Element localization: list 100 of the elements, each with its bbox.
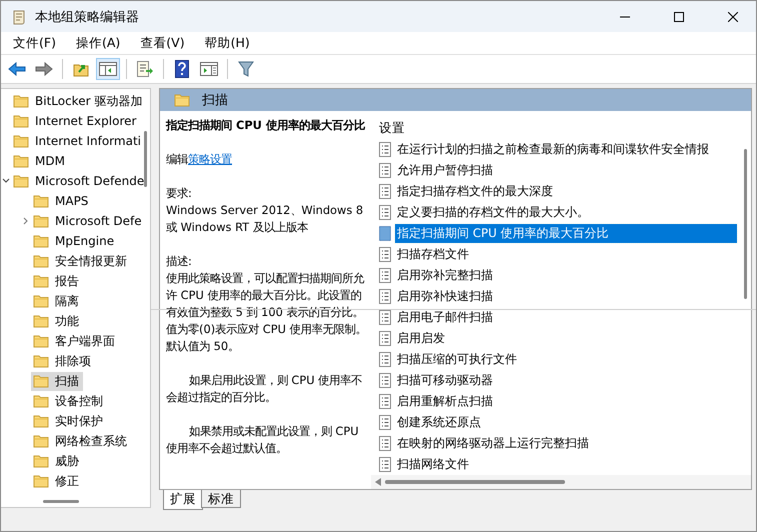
- setting-row[interactable]: 指定扫描期间 CPU 使用率的最大百分比: [395, 224, 737, 243]
- toolbar-button[interactable]: [96, 58, 120, 80]
- tree-item[interactable]: 客户端界面: [31, 332, 119, 350]
- tree-item[interactable]: 网络检查系统: [31, 432, 131, 450]
- folder-icon: [174, 93, 190, 107]
- column-header[interactable]: 设置: [379, 117, 751, 139]
- document-icon: [379, 415, 391, 430]
- tree-item[interactable]: MAPS: [31, 192, 92, 210]
- setting-row[interactable]: 启用启发: [395, 329, 737, 348]
- policy-title: 指定扫描期间 CPU 使用率的最大百分比: [166, 117, 366, 134]
- menu-item[interactable]: 文件(F): [7, 32, 62, 54]
- tree-item[interactable]: 扫描: [31, 372, 83, 390]
- folder-icon: [13, 134, 29, 148]
- folder-icon: [13, 174, 29, 188]
- folder-icon: [13, 154, 29, 168]
- description-label: 描述:: [166, 253, 193, 270]
- setting-row[interactable]: 在运行计划的扫描之前检查最新的病毒和间谍软件安全情报: [395, 140, 737, 159]
- tree-item[interactable]: MDM: [11, 152, 69, 170]
- tree-item[interactable]: 功能: [31, 312, 83, 330]
- folder-icon: [33, 294, 49, 308]
- setting-row[interactable]: 扫描压缩的可执行文件: [395, 350, 737, 369]
- document-icon: [379, 268, 391, 283]
- document-icon: [379, 184, 391, 199]
- folder-icon: [33, 234, 49, 248]
- expand-chevron-icon[interactable]: [22, 217, 30, 225]
- folder-icon: [33, 254, 49, 268]
- tree-item[interactable]: 威胁: [31, 452, 83, 470]
- folder-icon: [33, 414, 49, 428]
- description-paragraph: 如果启用此设置，则 CPU 使用率不会超过指定的百分比。: [166, 372, 364, 406]
- policy-settings-link[interactable]: 策略设置: [188, 152, 232, 166]
- setting-row[interactable]: 启用弥补快速扫描: [395, 287, 737, 306]
- tree-item[interactable]: Internet Informati: [11, 132, 145, 150]
- setting-row[interactable]: 启用弥补完整扫描: [395, 266, 737, 285]
- tree-item[interactable]: 报告: [31, 272, 83, 290]
- document-icon: [379, 289, 391, 304]
- folder-icon: [33, 314, 49, 328]
- collapse-chevron-icon[interactable]: [2, 177, 10, 185]
- menu-item[interactable]: 帮助(H): [198, 32, 256, 54]
- setting-row[interactable]: 扫描网络文件: [395, 455, 737, 474]
- setting-row[interactable]: 扫描可移动驱动器: [395, 371, 737, 390]
- forward-arrow-icon: [35, 62, 53, 76]
- document-icon: [379, 142, 391, 157]
- tree-item[interactable]: MpEngine: [31, 232, 118, 250]
- menu-item[interactable]: 操作(A): [70, 32, 126, 54]
- folder-icon: [33, 394, 49, 408]
- document-icon: [379, 394, 391, 409]
- scrollbar-thumb[interactable]: [744, 149, 747, 299]
- maximize-icon[interactable]: [674, 12, 684, 22]
- setting-row[interactable]: 在映射的网络驱动器上运行完整扫描: [395, 434, 737, 453]
- view-tab[interactable]: 标准: [201, 490, 241, 508]
- folder-icon: [33, 274, 49, 288]
- help-icon: [175, 60, 189, 78]
- horizontal-scrollbar[interactable]: [371, 475, 751, 489]
- scrollbar-thumb[interactable]: [385, 480, 565, 484]
- action-pane-icon: [200, 62, 218, 76]
- document-icon: [379, 331, 391, 346]
- document-icon: [379, 205, 391, 220]
- view-tab[interactable]: 扩展: [163, 490, 203, 510]
- folder-icon: [33, 434, 49, 448]
- setting-row[interactable]: 允许用户暂停扫描: [395, 161, 737, 180]
- tree-item[interactable]: 修正: [31, 472, 83, 490]
- back-arrow-icon: [8, 62, 26, 76]
- folder-icon: [33, 454, 49, 468]
- tree-item[interactable]: 设备控制: [31, 392, 107, 410]
- scrollbar-thumb[interactable]: [144, 131, 147, 187]
- tree-item[interactable]: Microsoft Defe: [31, 212, 146, 230]
- folder-icon: [33, 214, 49, 228]
- tree-item[interactable]: Microsoft Defende: [11, 172, 148, 190]
- setting-row[interactable]: 创建系统还原点: [395, 413, 737, 432]
- tree-item[interactable]: BitLocker 驱动器加: [11, 92, 146, 110]
- document-icon: [379, 247, 391, 262]
- document-icon: [379, 457, 391, 472]
- setting-row[interactable]: 扫描存档文件: [395, 245, 737, 264]
- edit-text: 编辑策略设置: [166, 151, 233, 168]
- tree-item[interactable]: 实时保护: [31, 412, 107, 430]
- scroll-left-icon[interactable]: [375, 478, 381, 486]
- tree-pane-icon: [99, 62, 117, 76]
- scrollbar-thumb[interactable]: [43, 500, 79, 503]
- folder-icon: [33, 374, 49, 388]
- tree-item[interactable]: 安全情报更新: [31, 252, 131, 270]
- requirements-text: Windows Server 2012、Windows 8 或 Windows RT 及以上版本: [166, 202, 364, 236]
- menu-item[interactable]: 查看(V): [134, 32, 191, 54]
- setting-row[interactable]: 指定扫描存档文件的最大深度: [395, 182, 737, 201]
- folder-icon: [13, 114, 29, 128]
- requirements-label: 要求:: [166, 185, 193, 202]
- close-icon[interactable]: [728, 12, 738, 22]
- tree-item[interactable]: Internet Explorer: [11, 112, 140, 130]
- setting-row[interactable]: 启用重解析点扫描: [395, 392, 737, 411]
- setting-row[interactable]: 启用电子邮件扫描: [395, 308, 737, 327]
- description-paragraph: 如果禁用或未配置此设置，则 CPU 使用率不会超过默认值。: [166, 423, 360, 457]
- tree-item[interactable]: 排除项: [31, 352, 95, 370]
- filter-icon: [238, 61, 254, 77]
- document-icon: [379, 436, 391, 451]
- document-icon: [379, 226, 391, 241]
- folder-icon: [33, 474, 49, 488]
- window-title: 本地组策略编辑器: [35, 8, 140, 26]
- setting-row[interactable]: 定义要扫描的存档文件的最大大小。: [395, 203, 737, 222]
- tree-item[interactable]: 隔离: [31, 292, 83, 310]
- document-icon: [379, 163, 391, 178]
- folder-icon: [33, 354, 49, 368]
